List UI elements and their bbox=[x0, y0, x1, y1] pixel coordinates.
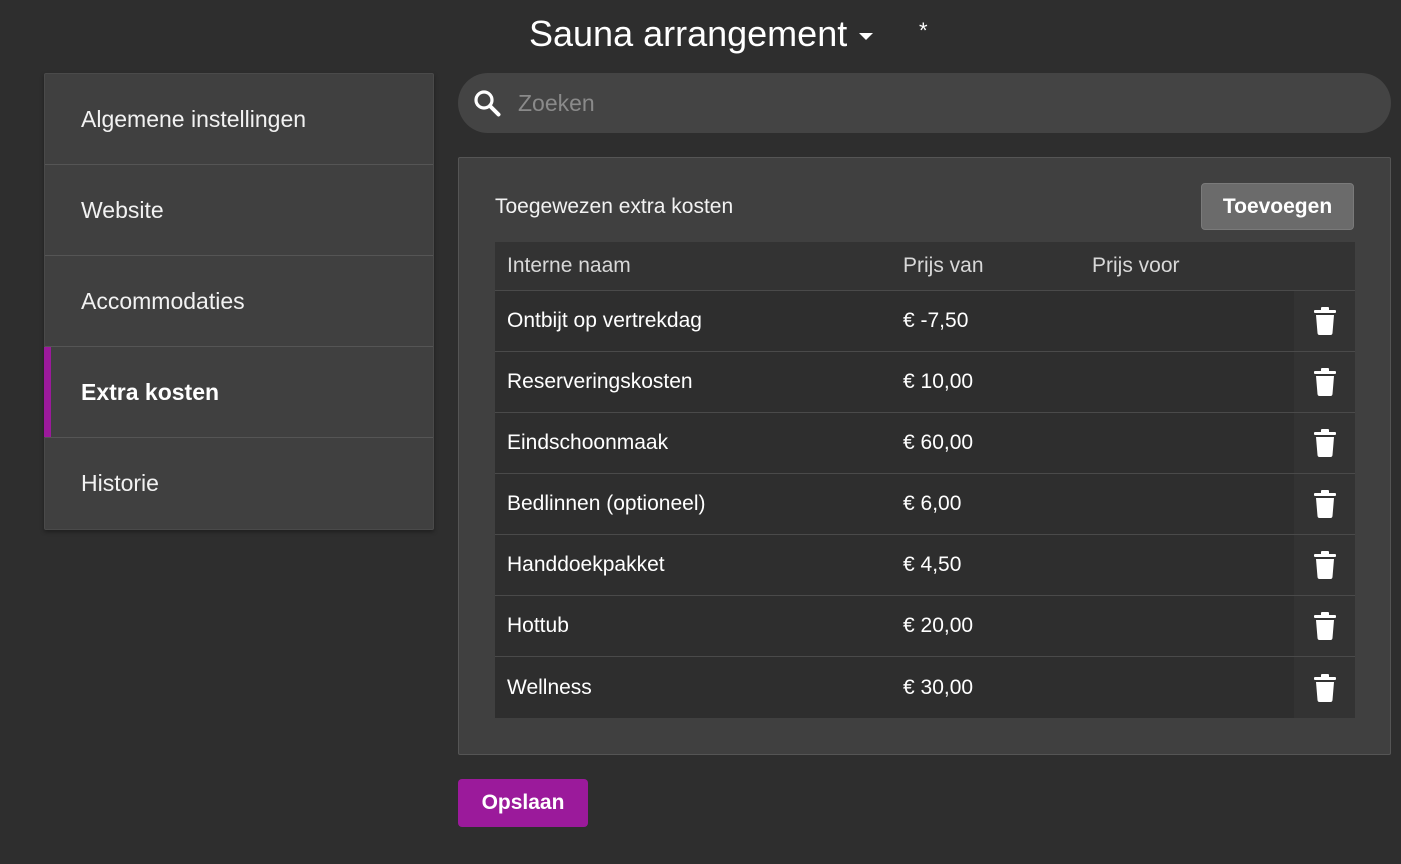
cell-name: Ontbijt op vertrekdag bbox=[507, 309, 702, 332]
header: Sauna arrangement * bbox=[0, 0, 1401, 70]
cell-actions bbox=[1294, 352, 1355, 412]
table-row[interactable]: Reserveringskosten € 10,00 bbox=[495, 352, 1355, 413]
save-button[interactable]: Opslaan bbox=[458, 779, 588, 827]
table-row[interactable]: Hottub € 20,00 bbox=[495, 596, 1355, 657]
cell-price-from: € 6,00 bbox=[903, 492, 962, 515]
sidebar-item-label: Accommodaties bbox=[81, 287, 245, 314]
table-row[interactable]: Eindschoonmaak € 60,00 bbox=[495, 413, 1355, 474]
cell-price-from: € 20,00 bbox=[903, 614, 974, 637]
page-title[interactable]: Sauna arrangement bbox=[529, 12, 874, 56]
header-actions bbox=[1294, 242, 1355, 290]
cell-name: Reserveringskosten bbox=[507, 370, 693, 393]
table-row[interactable]: Wellness € 30,00 bbox=[495, 657, 1355, 718]
unsaved-indicator: * bbox=[919, 18, 928, 43]
cell-actions bbox=[1294, 474, 1355, 534]
trash-icon[interactable] bbox=[1313, 490, 1336, 518]
sidebar-item-algemene-instellingen[interactable]: Algemene instellingen bbox=[45, 74, 433, 165]
page-title-text: Sauna arrangement bbox=[529, 13, 848, 54]
trash-icon[interactable] bbox=[1313, 368, 1336, 396]
cell-price-from: € 4,50 bbox=[903, 553, 962, 576]
sidebar-item-label: Historie bbox=[81, 470, 159, 496]
header-name[interactable]: Interne naam bbox=[495, 254, 903, 278]
cell-price-from: € 60,00 bbox=[903, 431, 974, 454]
cell-actions bbox=[1294, 596, 1355, 656]
header-price-from[interactable]: Prijs van bbox=[903, 254, 1092, 278]
cell-name: Handdoekpakket bbox=[507, 553, 665, 576]
cell-price-from: € 30,00 bbox=[903, 675, 974, 699]
cell-name: Hottub bbox=[507, 614, 569, 637]
header-price-to[interactable]: Prijs voor bbox=[1092, 254, 1294, 278]
add-button[interactable]: Toevoegen bbox=[1201, 183, 1354, 230]
table-row[interactable]: Bedlinnen (optioneel) € 6,00 bbox=[495, 474, 1355, 535]
cell-name: Eindschoonmaak bbox=[507, 431, 669, 454]
cell-price-from: € 10,00 bbox=[903, 370, 974, 393]
trash-icon[interactable] bbox=[1313, 429, 1336, 457]
sidebar-item-label: Website bbox=[81, 196, 164, 223]
table-row[interactable]: Ontbijt op vertrekdag € -7,50 bbox=[495, 291, 1355, 352]
table-row[interactable]: Handdoekpakket € 4,50 bbox=[495, 535, 1355, 596]
sidebar-item-label: Algemene instellingen bbox=[81, 105, 307, 132]
cell-actions bbox=[1294, 657, 1355, 718]
search-input[interactable] bbox=[516, 88, 1356, 118]
extra-costs-table: Interne naam Prijs van Prijs voor Ontbij… bbox=[495, 242, 1355, 718]
cell-name: Wellness bbox=[507, 675, 592, 699]
sidebar-item-accommodaties[interactable]: Accommodaties bbox=[45, 256, 433, 347]
sidebar: Algemene instellingen Website Accommodat… bbox=[44, 73, 434, 530]
search-bar[interactable] bbox=[458, 73, 1391, 133]
caret-down-icon[interactable] bbox=[859, 32, 874, 40]
search-icon bbox=[472, 88, 502, 118]
sidebar-item-website[interactable]: Website bbox=[45, 165, 433, 256]
cell-actions bbox=[1294, 535, 1355, 595]
cell-price-from: € -7,50 bbox=[903, 309, 969, 332]
sidebar-item-historie[interactable]: Historie bbox=[45, 438, 433, 529]
cell-actions bbox=[1294, 413, 1355, 473]
trash-icon[interactable] bbox=[1313, 673, 1336, 702]
table-header: Interne naam Prijs van Prijs voor bbox=[495, 242, 1355, 291]
trash-icon[interactable] bbox=[1313, 612, 1336, 640]
trash-icon[interactable] bbox=[1313, 551, 1336, 579]
sidebar-item-label: Extra kosten bbox=[81, 378, 220, 405]
panel-title: Toegewezen extra kosten bbox=[495, 195, 734, 218]
sidebar-item-extra-kosten[interactable]: Extra kosten bbox=[44, 347, 433, 438]
extra-costs-panel: Toegewezen extra kosten Toevoegen Intern… bbox=[458, 157, 1391, 755]
cell-name: Bedlinnen (optioneel) bbox=[507, 492, 706, 515]
cell-actions bbox=[1294, 291, 1355, 351]
trash-icon[interactable] bbox=[1313, 307, 1336, 335]
